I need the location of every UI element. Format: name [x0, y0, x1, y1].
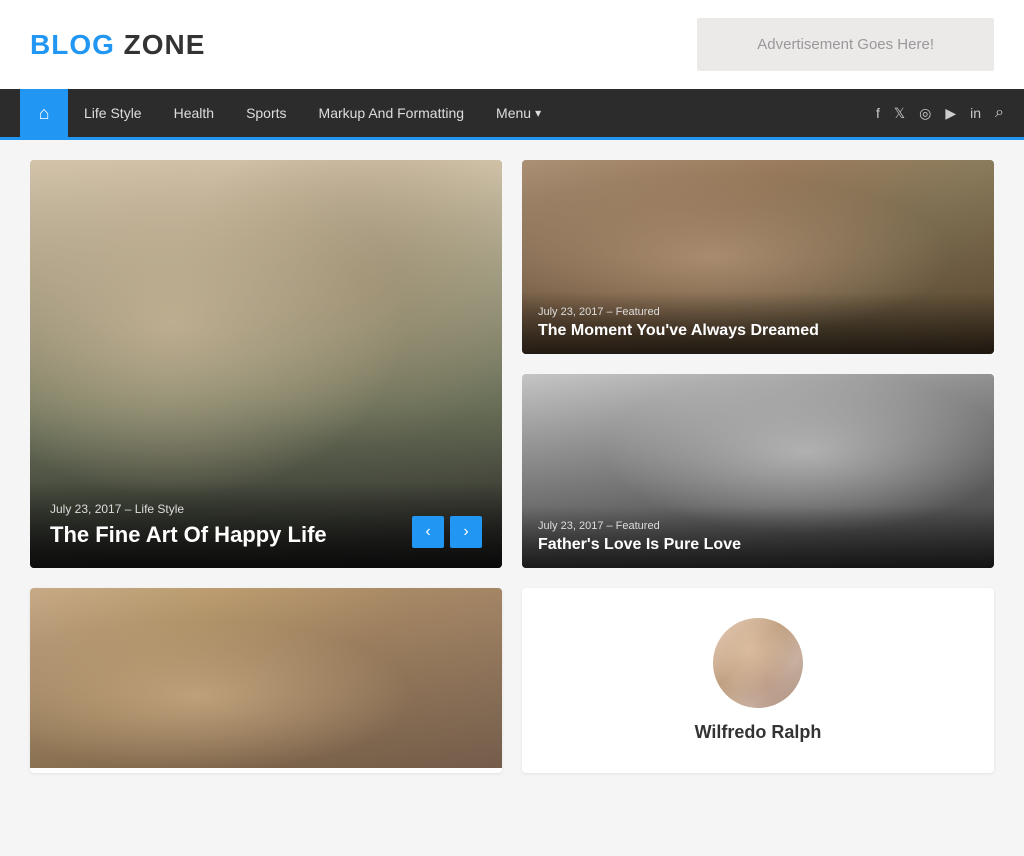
featured-grid: July 23, 2017 – Life Style The Fine Art …: [30, 160, 994, 568]
home-button[interactable]: ⌂: [20, 89, 68, 137]
search-icon[interactable]: ⌕: [995, 104, 1004, 122]
hero-prev-button[interactable]: ‹: [412, 516, 444, 548]
youtube-icon[interactable]: ▶: [945, 105, 956, 122]
nav-item-sports[interactable]: Sports: [230, 89, 302, 137]
hero-next-button[interactable]: ›: [450, 516, 482, 548]
nav-right: f 𝕏 ◎ ▶ in ⌕: [876, 104, 1004, 122]
author-card: Wilfredo Ralph: [522, 588, 994, 773]
author-name: Wilfredo Ralph: [695, 722, 822, 743]
nav-item-health[interactable]: Health: [158, 89, 230, 137]
main-content: July 23, 2017 – Life Style The Fine Art …: [0, 140, 1024, 793]
side-cards: July 23, 2017 – Featured The Moment You'…: [522, 160, 994, 568]
hero-card[interactable]: July 23, 2017 – Life Style The Fine Art …: [30, 160, 502, 568]
main-navbar: ⌂ Life Style Health Sports Markup And Fo…: [0, 89, 1024, 137]
side-meta-1: July 23, 2017 – Featured: [538, 306, 978, 318]
twitter-icon[interactable]: 𝕏: [894, 105, 905, 122]
side-title-2: Father's Love Is Pure Love: [538, 536, 978, 554]
author-avatar: [713, 618, 803, 708]
logo-zone: ZONE: [115, 29, 206, 60]
side-overlay-2: July 23, 2017 – Featured Father's Love I…: [522, 506, 994, 568]
advertisement-banner: Advertisement Goes Here!: [697, 18, 994, 71]
bottom-article-card[interactable]: [30, 588, 502, 773]
side-title-1: The Moment You've Always Dreamed: [538, 322, 978, 340]
side-card-1[interactable]: July 23, 2017 – Featured The Moment You'…: [522, 160, 994, 354]
site-logo[interactable]: BLOG ZONE: [30, 29, 205, 61]
bottom-article-image: [30, 588, 502, 768]
side-overlay-1: July 23, 2017 – Featured The Moment You'…: [522, 292, 994, 354]
bottom-grid: Wilfredo Ralph: [30, 588, 994, 773]
nav-item-markup[interactable]: Markup And Formatting: [303, 89, 481, 137]
instagram-icon[interactable]: ◎: [919, 105, 931, 122]
nav-item-menu[interactable]: Menu: [480, 89, 557, 137]
side-meta-2: July 23, 2017 – Featured: [538, 520, 978, 532]
nav-item-lifestyle[interactable]: Life Style: [68, 89, 158, 137]
nav-left: ⌂ Life Style Health Sports Markup And Fo…: [20, 89, 557, 137]
hero-meta: July 23, 2017 – Life Style: [50, 502, 482, 516]
linkedin-icon[interactable]: in: [970, 105, 981, 121]
site-header: BLOG ZONE Advertisement Goes Here!: [0, 0, 1024, 89]
logo-blog: BLOG: [30, 29, 115, 60]
facebook-icon[interactable]: f: [876, 105, 880, 121]
side-card-2[interactable]: July 23, 2017 – Featured Father's Love I…: [522, 374, 994, 568]
hero-controls: ‹ ›: [412, 516, 482, 548]
